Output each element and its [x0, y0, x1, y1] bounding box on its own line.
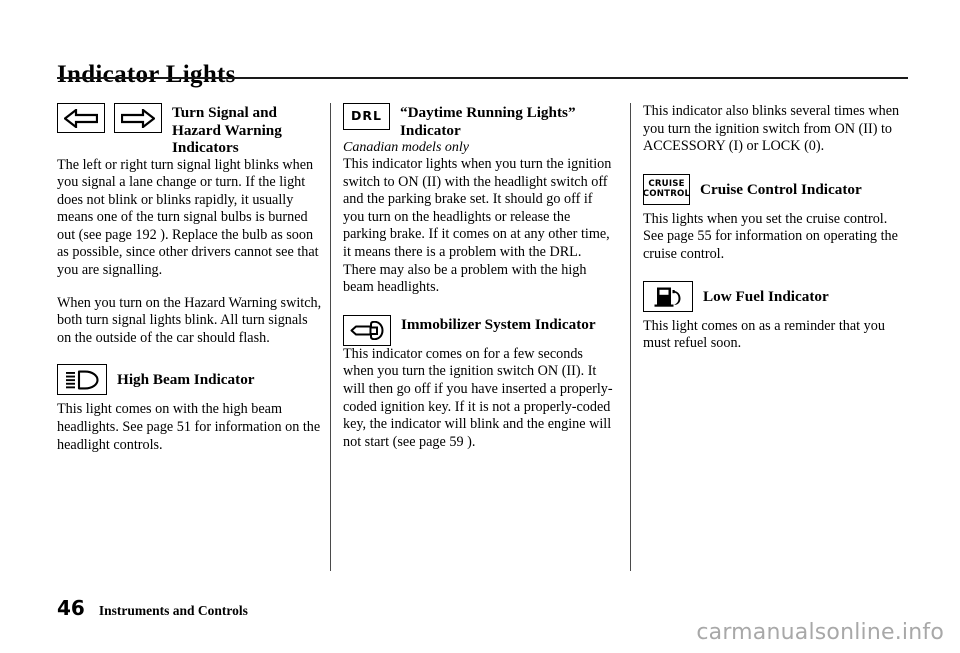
paragraph-drl: This indicator lights when you turn the …: [343, 156, 612, 296]
column-3: This indicator also blinks several times…: [643, 103, 911, 353]
page-footer: 46 Instruments and Controls: [57, 598, 248, 619]
entry-heading-turn-signal: Turn Signal and Hazard Warning Indicator…: [172, 104, 282, 156]
site-watermark: carmanualsonline.info: [696, 620, 944, 645]
paragraph-ignition-blink: This indicator also blinks several times…: [643, 103, 900, 155]
cruise-label-line2: CONTROL: [642, 189, 691, 200]
drl-subnote: Canadian models only: [343, 140, 469, 155]
entry-cruise-control: CRUISE CONTROL Cruise Control Indicator: [643, 173, 911, 205]
cruise-label-line1: CRUISE: [648, 178, 685, 189]
page-number: 46: [57, 596, 85, 620]
page-title: Indicator Lights: [57, 60, 236, 88]
low-fuel-pump-icon: [643, 280, 693, 312]
column-2: DRL “Daytime Running Lights” Indicator C…: [343, 103, 617, 451]
entry-heading-cruise-control: Cruise Control Indicator: [700, 180, 862, 198]
drl-icon-label: DRL: [351, 108, 382, 124]
cruise-control-icon-label: CRUISE CONTROL: [643, 179, 690, 200]
paragraph-cruise-control: This lights when you set the cruise cont…: [643, 210, 898, 262]
entry-heading-drl: “Daytime Running Lights” Indicator: [400, 104, 576, 139]
content-columns: Turn Signal and Hazard Warning Indicator…: [0, 103, 960, 573]
paragraph-immobilizer: This indicator comes on for a few second…: [343, 345, 613, 450]
drl-icon: DRL: [343, 103, 390, 130]
column-1: Turn Signal and Hazard Warning Indicator…: [57, 103, 325, 454]
entry-heading-high-beam: High Beam Indicator: [117, 371, 255, 389]
paragraph-high-beam: This light comes on with the high beam h…: [57, 401, 321, 453]
entry-immobilizer: Immobilizer System Indicator: [343, 314, 617, 346]
high-beam-icon: [57, 364, 107, 396]
entry-low-fuel: Low Fuel Indicator: [643, 280, 911, 312]
manual-page: Indicator Lights Turn Signal and Hazard …: [0, 0, 960, 653]
header-divider-rule: [57, 77, 908, 79]
cruise-control-icon: CRUISE CONTROL: [643, 173, 690, 205]
turn-signal-right-arrow-icon: [114, 103, 162, 133]
turn-signal-left-arrow-icon: [57, 103, 105, 133]
entry-heading-immobilizer: Immobilizer System Indicator: [401, 315, 596, 333]
entry-turn-signal: Turn Signal and Hazard Warning Indicator…: [57, 103, 325, 157]
immobilizer-key-icon: [343, 314, 391, 346]
footer-section-label: Instruments and Controls: [98, 603, 248, 618]
turn-signal-icon-group: [57, 103, 162, 133]
paragraph-turn-signal-1: The left or right turn signal light blin…: [57, 156, 319, 279]
entry-drl: DRL “Daytime Running Lights” Indicator: [343, 103, 617, 139]
paragraph-turn-signal-2: When you turn on the Hazard Warning swit…: [57, 294, 322, 346]
entry-high-beam: High Beam Indicator: [57, 364, 325, 396]
entry-heading-low-fuel: Low Fuel Indicator: [703, 287, 829, 305]
paragraph-low-fuel: This light comes on as a reminder that y…: [643, 317, 885, 352]
